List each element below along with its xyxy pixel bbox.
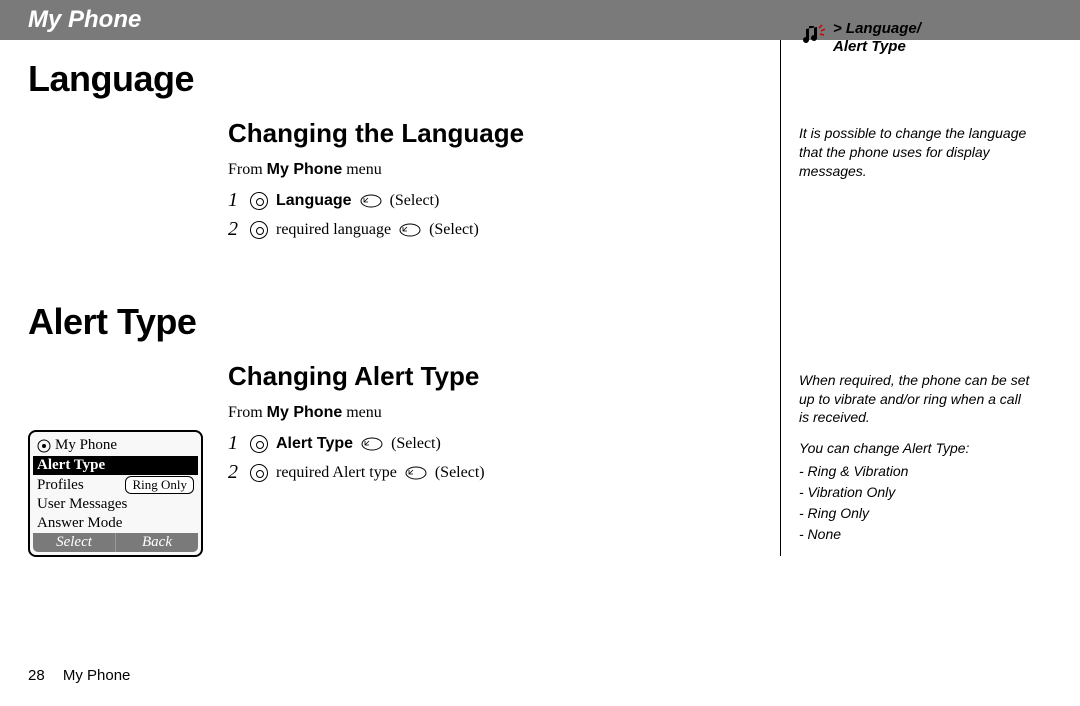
step-number: 2 [228,218,242,241]
step-1: 1 Alert Type (Select) [228,432,760,455]
nav-key-icon [250,192,268,210]
step-action: (Select) [429,221,479,239]
page-footer: 28 My Phone [28,667,130,684]
from-bold: My Phone [267,404,343,421]
phone-title-icon [37,439,51,453]
from-menu-line: From My Phone menu [228,161,760,179]
phone-menu-item: Answer Mode [33,514,198,533]
from-menu-line: From My Phone menu [228,404,760,422]
select-key-icon [399,223,421,237]
right-column: > Language/ Alert Type It is possible to… [780,40,1050,556]
phone-menu-label: Answer Mode [37,515,122,532]
step-number: 2 [228,461,242,484]
instruction-block-language: From My Phone menu 1 Language (Select) 2… [28,161,760,241]
step-label: Language [276,192,352,210]
phone-menu-item: Profiles Ring Only [33,475,198,495]
sidebar-note-language: It is possible to change the language th… [799,124,1032,181]
breadcrumb-text: > Language/ Alert Type [833,20,921,56]
phone-frame: My Phone Alert Type Profiles Ring Only U… [28,430,203,557]
music-note-icon [799,22,827,50]
step-2: 2 required language (Select) [228,218,760,241]
phone-screenshot: My Phone Alert Type Profiles Ring Only U… [28,430,203,557]
step-action: (Select) [390,192,440,210]
softkey-back: Back [116,533,198,552]
alert-option: - None [799,525,1032,544]
phone-title-row: My Phone [33,435,198,456]
phone-value-badge: Ring Only [125,476,194,494]
subsection-changing-alerttype: Changing Alert Type [28,361,760,392]
step-number: 1 [228,432,242,455]
phone-menu-label: User Messages [37,496,127,513]
step-1: 1 Language (Select) [228,189,760,212]
softkey-select: Select [33,533,116,552]
alert-option: - Ring Only [799,504,1032,523]
phone-menu-label: Profiles [37,477,84,494]
breadcrumb-line1: > Language/ [833,20,921,38]
phone-menu-item: User Messages [33,495,198,514]
step-label: required language [276,221,391,239]
select-key-icon [405,466,427,480]
step-number: 1 [228,189,242,212]
section-language-heading: Language [28,58,760,100]
step-action: (Select) [435,464,485,482]
phone-softkeys: Select Back [33,533,198,552]
nav-key-icon [250,221,268,239]
alert-option: - Ring & Vibration [799,462,1032,481]
from-bold: My Phone [267,161,343,178]
page-number: 28 [28,667,45,684]
nav-key-icon [250,435,268,453]
subsection-changing-language: Changing the Language [28,118,760,149]
breadcrumb: > Language/ Alert Type [799,20,1032,56]
alert-option: - Vibration Only [799,483,1032,502]
step-2: 2 required Alert type (Select) [228,461,760,484]
from-prefix: From [228,404,267,421]
nav-key-icon [250,464,268,482]
from-suffix: menu [342,404,382,421]
phone-title-text: My Phone [55,437,117,454]
phone-menu-item-selected: Alert Type [33,456,198,475]
step-label: Alert Type [276,435,353,453]
sidebar-note-alerttype-2: You can change Alert Type: [799,439,1032,458]
step-label: required Alert type [276,464,397,482]
select-key-icon [360,194,382,208]
breadcrumb-line2: Alert Type [833,38,921,56]
footer-label: My Phone [63,667,131,684]
from-suffix: menu [342,161,382,178]
phone-menu-label: Alert Type [37,457,105,474]
select-key-icon [361,437,383,451]
header-title: My Phone [28,6,141,34]
section-alerttype-heading: Alert Type [28,301,760,343]
step-action: (Select) [391,435,441,453]
sidebar-note-alerttype-block: When required, the phone can be set up t… [799,371,1032,544]
from-prefix: From [228,161,267,178]
sidebar-note-alerttype-1: When required, the phone can be set up t… [799,371,1032,428]
